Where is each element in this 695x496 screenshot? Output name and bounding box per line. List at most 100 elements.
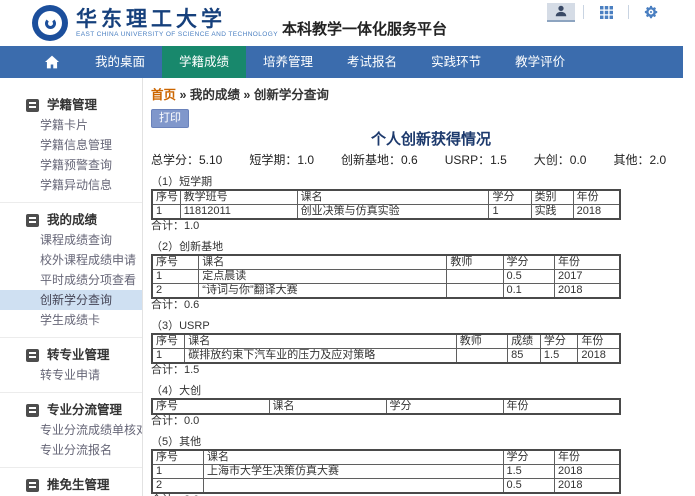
table-total: 合计：0.6: [151, 299, 200, 311]
apps-grid-icon: [599, 5, 613, 19]
breadcrumb-separator: »: [239, 88, 254, 102]
table-header-cell: 序号: [151, 189, 181, 205]
table-cell: 11812011: [179, 204, 298, 220]
table-header-cell: 学分: [488, 189, 532, 205]
sidebar-section-header[interactable]: 专业分流管理: [0, 400, 142, 420]
table-cell: [455, 348, 509, 364]
table-cell: 2017: [553, 269, 621, 284]
sidebar-section-title: 推免生管理: [47, 478, 110, 492]
summary-line: 总学分：5.10 短学期：1.0 创新基地：0.6 USRP：1.5 大创：0.0 其他：…: [151, 152, 695, 168]
nav-tab[interactable]: 教学评价: [498, 46, 582, 78]
table-section-label: （1）短学期: [151, 176, 213, 188]
table-header-cell: 课名: [268, 398, 387, 415]
nav-tab[interactable]: 考试报名: [330, 46, 414, 78]
nav-tab[interactable]: 学籍成绩: [162, 46, 247, 78]
platform-title: 本科教学一体化服务平台: [281, 21, 447, 38]
table-cell: 0.5: [502, 478, 555, 494]
sidebar-item[interactable]: 校外课程成绩申请: [0, 250, 142, 270]
nav-tab[interactable]: 实践环节: [414, 46, 498, 78]
sidebar-section-title: 我的成绩: [47, 213, 98, 227]
table-header-cell: 序号: [151, 333, 186, 349]
credit-table: 序号 课名 学分 年份 1 上海市大学生决策仿真大赛 1.5 2018 2 0.5 2018: [151, 449, 621, 494]
print-button[interactable]: 打印: [151, 109, 189, 128]
table-header-cell: 成绩: [507, 333, 541, 349]
table-total: 合计：1.5: [151, 364, 200, 376]
settings-button[interactable]: [637, 3, 665, 22]
table-header-cell: 序号: [151, 254, 200, 270]
table-header-cell: 教学班号: [179, 189, 298, 205]
sidebar-section: 专业分流管理专业分流成绩单核对 专业分流报名: [0, 393, 142, 468]
sidebar-item[interactable]: 创新学分查询: [0, 290, 142, 310]
table-header-row: 序号 课名 教师 学分 年份: [151, 254, 621, 270]
sidebar-item[interactable]: 学籍信息管理: [0, 135, 142, 155]
breadcrumb-item[interactable]: 首页: [151, 88, 176, 102]
table-row: 1 碳排放约束下汽车业的压力及应对策略 85 1.5 2018: [151, 348, 621, 364]
sidebar-section-header[interactable]: 学籍管理: [0, 95, 142, 115]
sidebar-section: 转专业管理 转专业申请: [0, 338, 142, 393]
nav-tabs: 我的桌面 学籍成绩 培养管理 考试报名 实践环节 教学评价: [78, 46, 582, 78]
sidebar-item[interactable]: 专业分流报名: [0, 440, 142, 460]
table-cell: 0.1: [502, 283, 555, 299]
gear-icon: [644, 5, 658, 19]
sidebar-item[interactable]: 学籍卡片: [0, 115, 142, 135]
table-cell: 2018: [572, 204, 621, 220]
folder-icon: [26, 478, 39, 492]
sidebar-section-header[interactable]: 推免生管理: [0, 475, 142, 495]
sidebar-item[interactable]: 平时成绩分项查看: [0, 270, 142, 290]
sidebar-section-header[interactable]: 我的成绩: [0, 210, 142, 230]
user-icon: [555, 5, 567, 17]
sidebar-item[interactable]: 学籍异动信息: [0, 175, 142, 195]
table-total: 合计：0.0: [151, 415, 200, 427]
table-cell: 碳排放约束下汽车业的压力及应对策略: [184, 348, 457, 364]
sidebar-item[interactable]: 学籍预警查询: [0, 155, 142, 175]
table-cell: 85: [507, 348, 541, 364]
sidebar-section-title: 专业分流管理: [47, 403, 123, 417]
table-row: 2 0.5 2018: [151, 478, 621, 494]
table-cell: 1.5: [539, 348, 579, 364]
sidebar-item[interactable]: 学生成绩卡: [0, 310, 142, 330]
summary-item: 短学期：1.0: [249, 153, 315, 167]
icon-divider: [628, 5, 629, 19]
table-section-label: （5）其他: [151, 436, 202, 448]
university-logo: [32, 5, 68, 41]
table-header-cell: 年份: [572, 189, 621, 205]
table-header-cell: 课名: [184, 333, 457, 349]
credit-table: 序号 课名 学分 年份: [151, 398, 621, 415]
table-section-label: （4）大创: [151, 385, 202, 397]
table-cell: 实践: [530, 204, 574, 220]
table-header-cell: 类别: [530, 189, 574, 205]
sidebar-section-header[interactable]: 转专业管理: [0, 345, 142, 365]
table-header-row: 序号 课名 学分 年份: [151, 398, 621, 415]
icon-divider: [583, 5, 584, 19]
apps-button[interactable]: [592, 3, 620, 22]
user-button[interactable]: [547, 2, 575, 22]
nav-tab[interactable]: 我的桌面: [78, 46, 162, 78]
table-header-row: 序号 教学班号 课名 学分 类别 年份: [151, 189, 621, 205]
nav-tab[interactable]: 培养管理: [246, 46, 330, 78]
credit-table: 序号 课名 教师 成绩 学分 年份 1 碳排放约束下汽车业的压力及应对策略 85 1.5 2018: [151, 333, 621, 364]
table-header-cell: 序号: [151, 398, 270, 415]
sidebar-item[interactable]: 课程成绩查询: [0, 230, 142, 250]
sidebar-section: 推免生管理: [0, 468, 142, 496]
table-header-cell: 学分: [502, 254, 555, 270]
sidebar-item[interactable]: 转专业申请: [0, 365, 142, 385]
table-cell: 2: [151, 283, 200, 299]
table-cell: 定点晨读: [198, 269, 448, 284]
summary-item: 创新基地：0.6: [341, 153, 418, 167]
table-cell: 1: [488, 204, 532, 220]
breadcrumb: 首页 » 我的成绩 » 创新学分查询: [151, 84, 695, 103]
sidebar-item[interactable]: 专业分流成绩单核对: [0, 420, 142, 440]
table-row: 1 11812011 创业决策与仿真实验 1 实践 2018: [151, 204, 621, 220]
content-area: 学籍管理 学籍卡片 学籍信息管理 学籍预警查询 学籍异动信息我的成绩课程成绩查询 校外课程…: [0, 78, 695, 496]
main-nav: 我的桌面 学籍成绩 培养管理 考试报名 实践环节 教学评价: [0, 46, 683, 78]
home-tab[interactable]: [26, 46, 78, 78]
table-cell: 创业决策与仿真实验: [296, 204, 490, 220]
home-icon: [45, 55, 59, 69]
app-window: 华东理工大学 EAST CHINA UNIVERSITY OF SCIENCE …: [0, 0, 695, 496]
breadcrumb-item: 创新学分查询: [253, 88, 329, 102]
table-header-cell: 序号: [151, 449, 204, 465]
table-cell: [202, 478, 504, 494]
table-header-row: 序号 课名 教师 成绩 学分 年份: [151, 333, 621, 349]
table-cell: “诗词与你”翻译大赛: [198, 283, 448, 299]
summary-item: 大创：0.0: [533, 153, 587, 167]
